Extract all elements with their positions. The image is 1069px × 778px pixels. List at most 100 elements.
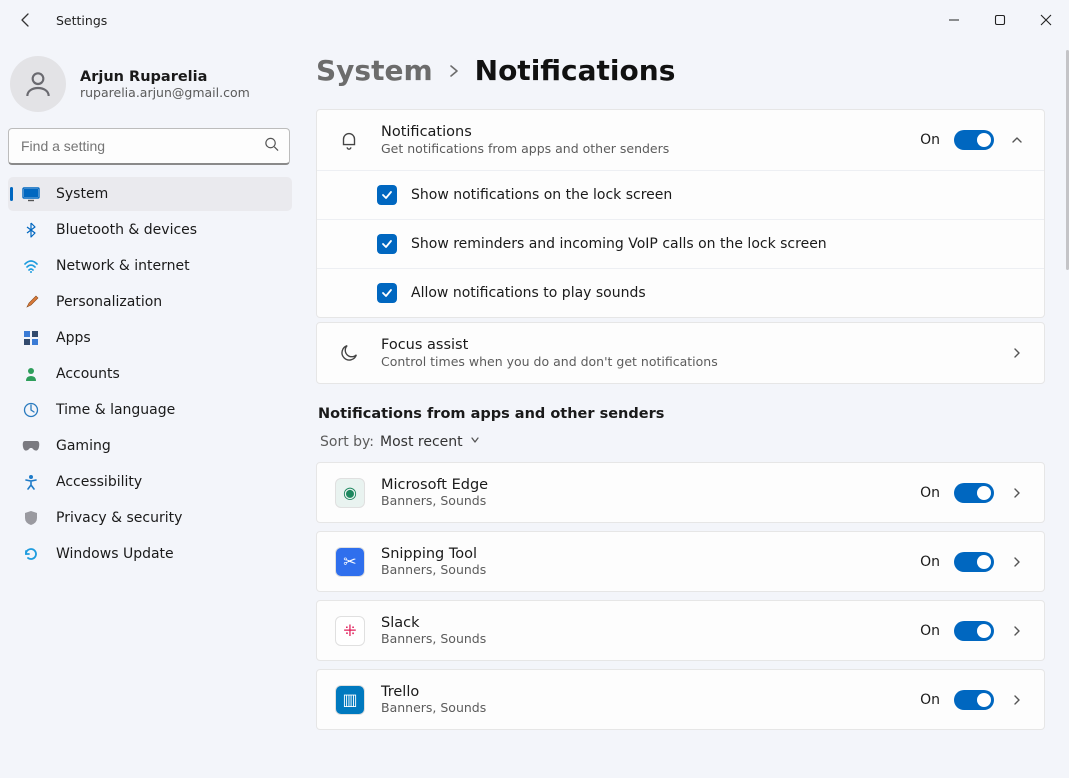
back-button[interactable] <box>14 8 38 32</box>
card-desc: Control times when you do and don't get … <box>381 354 1008 369</box>
checkbox-checked-icon[interactable] <box>377 234 397 254</box>
checkbox-label: Show reminders and incoming VoIP calls o… <box>411 236 827 252</box>
checkbox-checked-icon[interactable] <box>377 185 397 205</box>
checkbox-row-voip[interactable]: Show reminders and incoming VoIP calls o… <box>317 219 1044 268</box>
sidebar-item-label: Personalization <box>56 294 162 310</box>
avatar <box>10 56 66 112</box>
sidebar-item-label: Accounts <box>56 366 120 382</box>
app-sub: Banners, Sounds <box>381 493 920 508</box>
app-sub: Banners, Sounds <box>381 700 920 715</box>
sidebar-item-label: Network & internet <box>56 258 190 274</box>
bell-icon <box>335 129 363 151</box>
toggle-state-label: On <box>920 554 940 570</box>
checkbox-row-sounds[interactable]: Allow notifications to play sounds <box>317 268 1044 317</box>
globe-clock-icon <box>22 401 40 419</box>
sidebar-item-privacy[interactable]: Privacy & security <box>8 501 292 535</box>
sidebar-item-personalization[interactable]: Personalization <box>8 285 292 319</box>
checkbox-checked-icon[interactable] <box>377 283 397 303</box>
chevron-right-icon <box>1008 693 1026 707</box>
app-notification-row[interactable]: ▥ Trello Banners, Sounds On <box>316 669 1045 730</box>
chevron-down-icon <box>469 434 481 450</box>
app-title: Settings <box>56 13 107 28</box>
sidebar-item-accessibility[interactable]: Accessibility <box>8 465 292 499</box>
shield-icon <box>22 509 40 527</box>
sidebar-item-label: Bluetooth & devices <box>56 222 197 238</box>
app-toggle[interactable] <box>954 690 994 710</box>
app-toggle[interactable] <box>954 483 994 503</box>
wifi-icon <box>22 257 40 275</box>
app-name: Snipping Tool <box>381 546 920 562</box>
bluetooth-icon <box>22 221 40 239</box>
app-notification-row[interactable]: ◉ Microsoft Edge Banners, Sounds On <box>316 462 1045 523</box>
sidebar: Arjun Ruparelia ruparelia.arjun@gmail.co… <box>0 40 300 778</box>
chevron-up-icon[interactable] <box>1008 133 1026 147</box>
moon-icon <box>335 342 363 364</box>
app-sub: Banners, Sounds <box>381 631 920 646</box>
toggle-state-label: On <box>920 692 940 708</box>
sidebar-item-time[interactable]: Time & language <box>8 393 292 427</box>
breadcrumb: System Notifications <box>316 54 1045 87</box>
app-toggle[interactable] <box>954 552 994 572</box>
chevron-right-icon <box>1008 555 1026 569</box>
profile-name: Arjun Ruparelia <box>80 69 250 85</box>
sidebar-item-accounts[interactable]: Accounts <box>8 357 292 391</box>
apps-icon <box>22 329 40 347</box>
maximize-button[interactable] <box>977 1 1023 39</box>
app-name: Slack <box>381 615 920 631</box>
app-icon: ▥ <box>335 685 365 715</box>
app-name: Microsoft Edge <box>381 477 920 493</box>
profile-email: ruparelia.arjun@gmail.com <box>80 85 250 100</box>
apps-section-title: Notifications from apps and other sender… <box>318 406 1045 422</box>
search-icon <box>264 137 279 156</box>
app-name: Trello <box>381 684 920 700</box>
chevron-right-icon <box>1008 346 1026 360</box>
chevron-right-icon <box>1008 486 1026 500</box>
main-content: System Notifications Notifications Get n… <box>300 40 1069 778</box>
close-button[interactable] <box>1023 1 1069 39</box>
search-box[interactable] <box>8 128 290 165</box>
checkbox-row-lockscreen[interactable]: Show notifications on the lock screen <box>317 170 1044 219</box>
app-sub: Banners, Sounds <box>381 562 920 577</box>
card-title: Notifications <box>381 124 920 140</box>
card-desc: Get notifications from apps and other se… <box>381 141 920 156</box>
nav-list: System Bluetooth & devices Network & int… <box>8 177 292 571</box>
app-toggle[interactable] <box>954 621 994 641</box>
sidebar-item-apps[interactable]: Apps <box>8 321 292 355</box>
app-notification-row[interactable]: ✂ Snipping Tool Banners, Sounds On <box>316 531 1045 592</box>
sidebar-item-network[interactable]: Network & internet <box>8 249 292 283</box>
sidebar-item-label: Apps <box>56 330 91 346</box>
search-input[interactable] <box>9 129 289 163</box>
sidebar-item-bluetooth[interactable]: Bluetooth & devices <box>8 213 292 247</box>
breadcrumb-parent[interactable]: System <box>316 54 433 87</box>
chevron-right-icon <box>1008 624 1026 638</box>
sidebar-item-update[interactable]: Windows Update <box>8 537 292 571</box>
sidebar-item-label: Accessibility <box>56 474 142 490</box>
focus-assist-card[interactable]: Focus assist Control times when you do a… <box>316 322 1045 384</box>
app-notification-row[interactable]: ⁜ Slack Banners, Sounds On <box>316 600 1045 661</box>
brush-icon <box>22 293 40 311</box>
profile-block[interactable]: Arjun Ruparelia ruparelia.arjun@gmail.co… <box>8 50 292 128</box>
toggle-state-label: On <box>920 132 940 148</box>
titlebar: Settings <box>0 0 1069 40</box>
sidebar-item-gaming[interactable]: Gaming <box>8 429 292 463</box>
page-title: Notifications <box>475 54 676 87</box>
sidebar-item-label: Time & language <box>56 402 175 418</box>
app-icon: ◉ <box>335 478 365 508</box>
app-icon: ⁜ <box>335 616 365 646</box>
checkbox-label: Allow notifications to play sounds <box>411 285 646 301</box>
sidebar-item-system[interactable]: System <box>8 177 292 211</box>
toggle-state-label: On <box>920 485 940 501</box>
app-icon: ✂ <box>335 547 365 577</box>
checkbox-label: Show notifications on the lock screen <box>411 187 672 203</box>
notifications-toggle[interactable] <box>954 130 994 150</box>
person-icon <box>22 365 40 383</box>
sidebar-item-label: Privacy & security <box>56 510 182 526</box>
minimize-button[interactable] <box>931 1 977 39</box>
sort-label: Sort by: <box>320 434 374 450</box>
sidebar-item-label: Gaming <box>56 438 111 454</box>
notifications-toggle-card[interactable]: Notifications Get notifications from app… <box>316 109 1045 318</box>
gamepad-icon <box>22 437 40 455</box>
sort-by-dropdown[interactable]: Sort by: Most recent <box>320 434 1045 450</box>
chevron-right-icon <box>447 59 461 83</box>
sidebar-item-label: Windows Update <box>56 546 174 562</box>
